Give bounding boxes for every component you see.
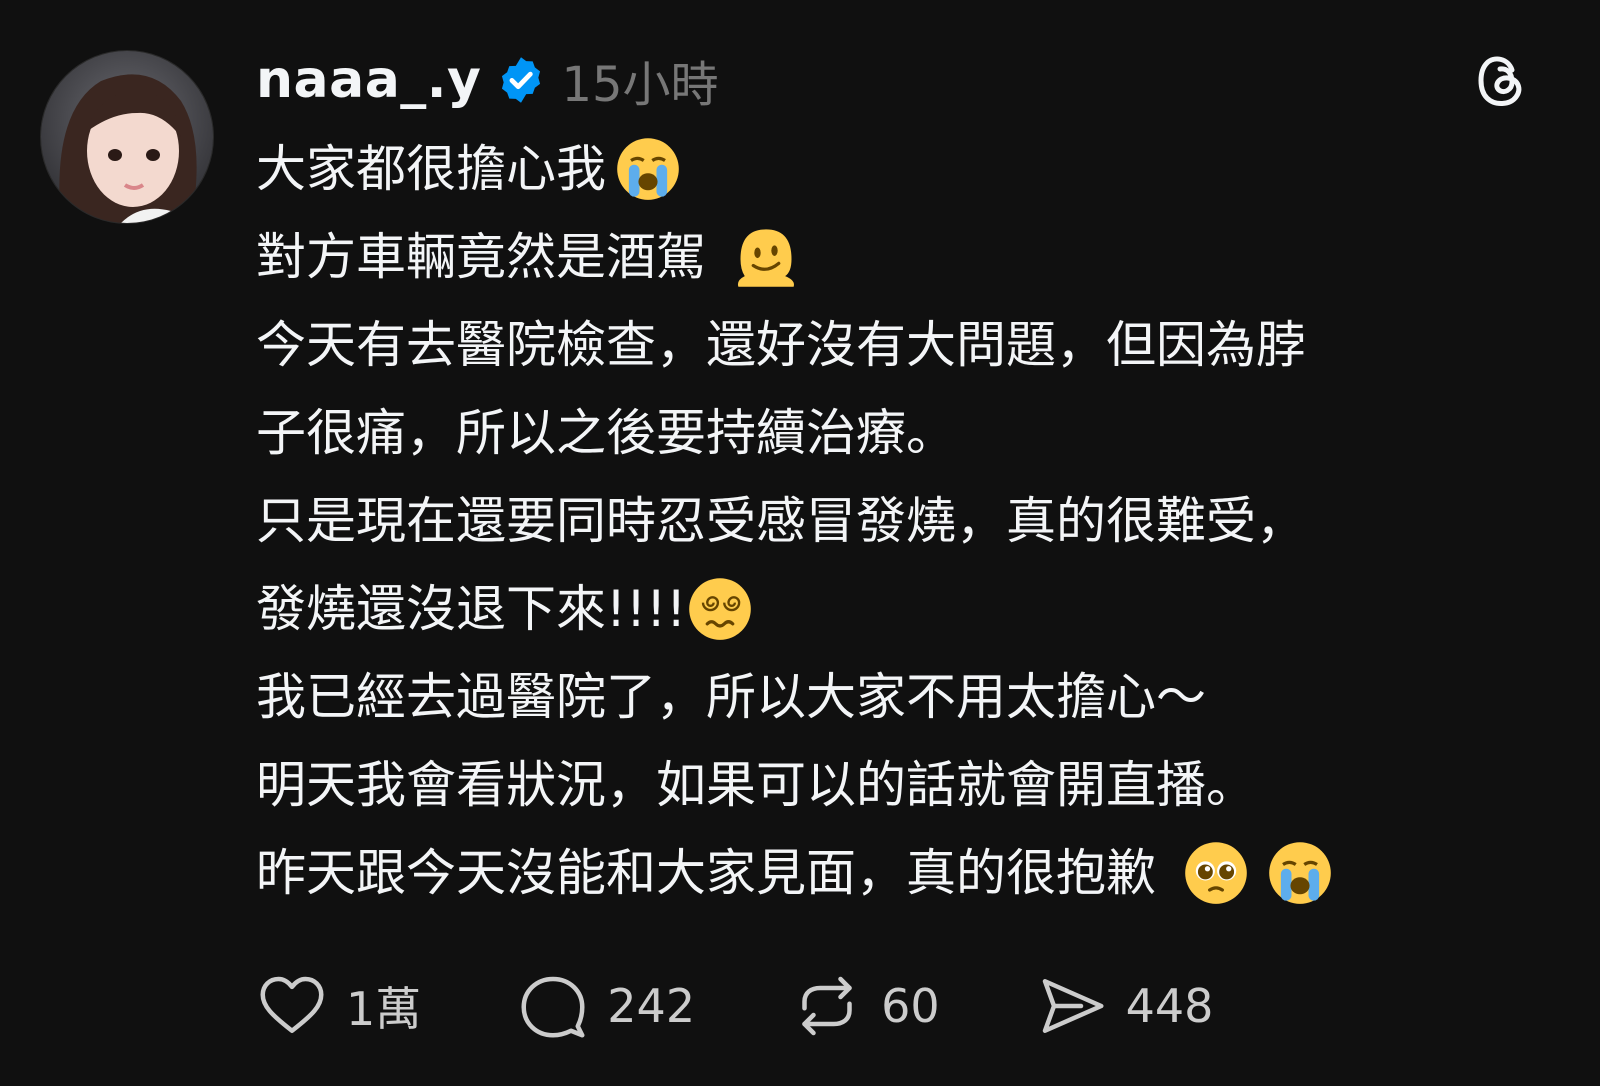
share-button[interactable]: 448 — [1036, 970, 1214, 1042]
post-line: 子很痛，所以之後要持續治療。 — [256, 389, 1556, 477]
post-header: naaa_.y 15小時 — [256, 44, 719, 116]
post-line-text: 大家都很擔心我 — [256, 140, 606, 198]
post-line-text: 發燒還沒退下來!!!! — [256, 580, 687, 638]
post-line: 對方車輛竟然是酒駕 — [256, 213, 1556, 301]
like-count: 1萬 — [346, 982, 422, 1036]
post-line-text: 只是現在還要同時忍受感冒發燒，真的很難受， — [256, 492, 1306, 550]
post-line: 今天有去醫院檢查，還好沒有大問題，但因為脖 — [256, 301, 1556, 389]
verified-badge-icon — [502, 57, 541, 103]
comment-bubble-icon — [521, 976, 585, 1038]
send-icon — [1042, 979, 1104, 1033]
post-body: 大家都很擔心我 對方車輛竟然是酒駕 今天有去醫院檢查，還好沒有大問題，但因為脖 — [256, 125, 1556, 917]
post-line-text: 對方車輛竟然是酒駕 — [256, 228, 706, 286]
action-bar: 1萬 242 60 448 — [256, 970, 1309, 1042]
comment-button[interactable]: 242 — [517, 970, 695, 1042]
melting-face-icon — [737, 229, 794, 287]
repost-count: 60 — [881, 979, 940, 1033]
threads-post: naaa_.y 15小時 大家都很擔心我 對方車輛竟然是酒駕 今天有去醫院檢查，… — [0, 0, 1600, 1086]
like-button[interactable]: 1萬 — [256, 970, 421, 1042]
pleading-face-icon — [1185, 842, 1247, 904]
post-line: 昨天跟今天沒能和大家見面，真的很抱歉 — [256, 829, 1556, 917]
post-timestamp: 15小時 — [561, 57, 719, 113]
face-with-spiral-eyes-icon — [689, 578, 751, 640]
share-count: 448 — [1125, 979, 1214, 1033]
avatar[interactable] — [40, 50, 214, 224]
post-line-text: 今天有去醫院檢查，還好沒有大問題，但因為脖 — [256, 316, 1306, 374]
comment-count: 242 — [607, 979, 696, 1033]
post-line: 發燒還沒退下來!!!! — [256, 565, 1556, 653]
post-line-text: 我已經去過醫院了，所以大家不用太擔心～ — [256, 668, 1206, 726]
heart-icon — [260, 976, 324, 1033]
threads-logo-icon[interactable] — [1468, 48, 1532, 112]
loudly-crying-face-icon — [617, 138, 679, 200]
post-line-text: 昨天跟今天沒能和大家見面，真的很抱歉 — [256, 844, 1156, 902]
repost-button[interactable]: 60 — [791, 970, 940, 1042]
username[interactable]: naaa_.y — [256, 50, 481, 110]
post-line: 明天我會看狀況，如果可以的話就會開直播。 — [256, 741, 1556, 829]
loudly-crying-face-icon — [1269, 842, 1331, 904]
post-line-text: 子很痛，所以之後要持續治療。 — [256, 404, 956, 462]
repost-icon — [802, 976, 852, 1036]
avatar-image — [41, 51, 213, 223]
post-line: 我已經去過醫院了，所以大家不用太擔心～ — [256, 653, 1556, 741]
post-line-text: 明天我會看狀況，如果可以的話就會開直播。 — [256, 756, 1256, 814]
post-line: 大家都很擔心我 — [256, 125, 1556, 213]
post-line: 只是現在還要同時忍受感冒發燒，真的很難受， — [256, 477, 1556, 565]
